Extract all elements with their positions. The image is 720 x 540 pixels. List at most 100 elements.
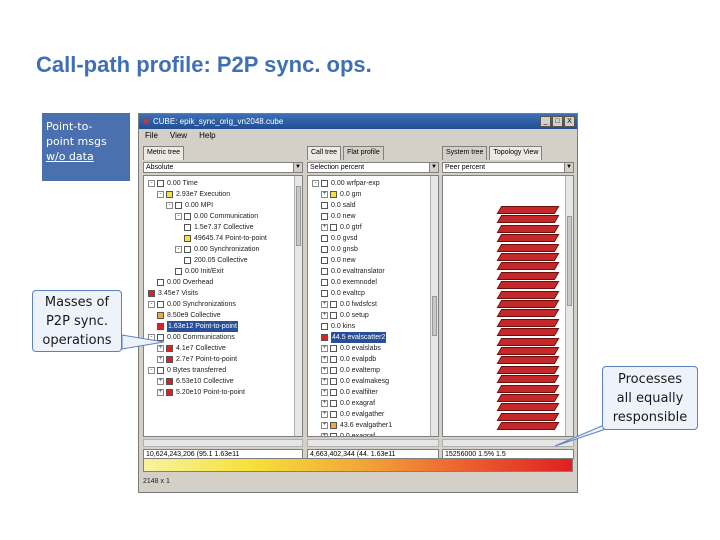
- topology-plate[interactable]: [496, 271, 560, 280]
- callpath-row[interactable]: +0.0 evalpdb: [321, 354, 376, 365]
- expander-icon[interactable]: +: [157, 356, 164, 363]
- close-button[interactable]: X: [564, 116, 575, 127]
- metric-row[interactable]: 0.00 Overhead: [157, 277, 213, 288]
- expander-icon[interactable]: +: [321, 367, 328, 374]
- metric-hscrollbar[interactable]: [143, 439, 303, 447]
- topology-plate[interactable]: [496, 300, 560, 308]
- topology-plate[interactable]: [496, 243, 560, 252]
- callpath-row[interactable]: +0.0 fwdsfcst: [321, 299, 377, 310]
- topology-plate[interactable]: [496, 206, 560, 214]
- topology-scrollbar[interactable]: [565, 176, 573, 436]
- expander-icon[interactable]: -: [175, 213, 182, 220]
- topology-plate[interactable]: [496, 215, 560, 224]
- callpath-row[interactable]: +0.0 evalgather: [321, 409, 384, 420]
- metric-row[interactable]: 0.00 Init/Exit: [175, 266, 224, 277]
- minimize-button[interactable]: _: [540, 116, 551, 127]
- window-titlebar[interactable]: ✕ CUBE: epik_sync_orig_vn2048.cube _ □ X: [139, 114, 577, 129]
- expander-icon[interactable]: -: [148, 334, 155, 341]
- topology-hscrollbar[interactable]: [442, 439, 574, 447]
- topology-plate[interactable]: [496, 412, 560, 421]
- topology-plate[interactable]: [496, 290, 560, 299]
- callpath-row[interactable]: 0.0 exemnodel: [321, 277, 377, 288]
- callpath-row[interactable]: 0.0 gvsd: [321, 233, 357, 244]
- metric-row[interactable]: - 0.00 Synchronization: [175, 244, 259, 255]
- metric-row[interactable]: - 0.00 Communications: [148, 332, 235, 343]
- menu-help[interactable]: Help: [199, 129, 215, 142]
- callpath-hscrollbar[interactable]: [307, 439, 439, 447]
- callpath-row[interactable]: +0.0 exagraf: [321, 431, 375, 436]
- expander-icon[interactable]: +: [321, 400, 328, 407]
- metric-row[interactable]: - 0.00 Synchronizations: [148, 299, 236, 310]
- metric-row[interactable]: - 0 Bytes transferred: [148, 365, 226, 376]
- topology-plate[interactable]: [496, 281, 560, 290]
- metric-row[interactable]: 49645.74 Point-to-point: [184, 233, 267, 244]
- topology-3d-grid[interactable]: [491, 206, 563, 436]
- expander-icon[interactable]: +: [321, 422, 328, 429]
- expander-icon[interactable]: -: [148, 367, 155, 374]
- topology-plate[interactable]: [496, 394, 560, 402]
- topology-plate[interactable]: [496, 318, 560, 327]
- chevron-down-icon[interactable]: ▼: [293, 163, 302, 172]
- expander-icon[interactable]: +: [321, 191, 328, 198]
- expander-icon[interactable]: -: [166, 202, 173, 209]
- metric-row[interactable]: - 2.93e7 Execution: [157, 189, 230, 200]
- callpath-row[interactable]: 0.0 kins: [321, 321, 355, 332]
- expander-icon[interactable]: +: [321, 224, 328, 231]
- metric-value-mode-select[interactable]: Absolute ▼: [143, 162, 303, 173]
- topology-plate[interactable]: [496, 253, 560, 261]
- callpath-row[interactable]: 0.0 sald: [321, 200, 356, 211]
- expander-icon[interactable]: -: [175, 246, 182, 253]
- topology-plate[interactable]: [496, 384, 560, 393]
- metric-row[interactable]: - 0.00 Time: [148, 178, 198, 189]
- metric-row[interactable]: 1.63e12 Point-to-point: [157, 321, 238, 332]
- callpath-row[interactable]: 44.5 evalscatter2: [321, 332, 387, 343]
- topology-plate[interactable]: [496, 262, 560, 271]
- expander-icon[interactable]: +: [157, 389, 164, 396]
- expander-icon[interactable]: +: [321, 411, 328, 418]
- tab-topology-view[interactable]: Topology View: [489, 146, 543, 160]
- menu-file[interactable]: File: [145, 129, 158, 142]
- tab-metric-tree[interactable]: Metric tree: [143, 146, 185, 160]
- call-tree[interactable]: -0.00 wrfpar-exp +0.0 gm 0.0 sald 0.0 new +0…: [307, 175, 439, 437]
- topology-plate[interactable]: [496, 347, 560, 355]
- metric-row[interactable]: +5.20e10 Point-to-point: [157, 387, 245, 398]
- tab-call-tree[interactable]: Call tree: [307, 146, 342, 160]
- metric-row[interactable]: +6.53e10 Collective: [157, 376, 234, 387]
- metric-row[interactable]: - 0.00 Communication: [175, 211, 258, 222]
- menu-view[interactable]: View: [170, 129, 187, 142]
- topology-view[interactable]: [442, 175, 574, 437]
- callpath-row[interactable]: 0.0 evaltranslator: [321, 266, 385, 277]
- expander-icon[interactable]: +: [321, 301, 328, 308]
- expander-icon[interactable]: +: [321, 389, 328, 396]
- chevron-down-icon[interactable]: ▼: [564, 163, 573, 172]
- topology-plate[interactable]: [496, 375, 560, 384]
- expander-icon[interactable]: -: [157, 191, 164, 198]
- expander-icon[interactable]: -: [148, 301, 155, 308]
- topology-plate[interactable]: [496, 422, 560, 431]
- chevron-down-icon[interactable]: ▼: [429, 163, 438, 172]
- topology-plate[interactable]: [496, 224, 560, 233]
- metric-row[interactable]: 200.05 Collective: [184, 255, 248, 266]
- expander-icon[interactable]: +: [321, 378, 328, 385]
- expander-icon[interactable]: -: [148, 180, 155, 187]
- metric-row[interactable]: 3.45e7 Visits: [148, 288, 198, 299]
- callpath-scrollbar[interactable]: [430, 176, 438, 436]
- callpath-row[interactable]: +0.0 evalslabs: [321, 343, 381, 354]
- metric-scrollbar[interactable]: [294, 176, 302, 436]
- callpath-row[interactable]: 0.0 gnsb: [321, 244, 358, 255]
- callpath-row[interactable]: 0.0 new: [321, 255, 356, 266]
- topology-plate[interactable]: [496, 337, 560, 346]
- tab-system-tree[interactable]: System tree: [442, 146, 488, 160]
- callpath-row[interactable]: +43.6 evalgather1: [321, 420, 392, 431]
- maximize-button[interactable]: □: [552, 116, 563, 127]
- callpath-row[interactable]: +0.0 evalmakesg: [321, 376, 389, 387]
- topology-plate[interactable]: [496, 403, 560, 412]
- callpath-value-mode-select[interactable]: Selection percent ▼: [307, 162, 439, 173]
- metric-row[interactable]: - 0.00 MPI: [166, 200, 213, 211]
- callpath-row[interactable]: +0.0 gtrf: [321, 222, 362, 233]
- expander-icon[interactable]: -: [312, 180, 319, 187]
- topology-plate[interactable]: [496, 234, 560, 243]
- expander-icon[interactable]: +: [157, 345, 164, 352]
- expander-icon[interactable]: +: [321, 356, 328, 363]
- callpath-row[interactable]: +0.0 setup: [321, 310, 369, 321]
